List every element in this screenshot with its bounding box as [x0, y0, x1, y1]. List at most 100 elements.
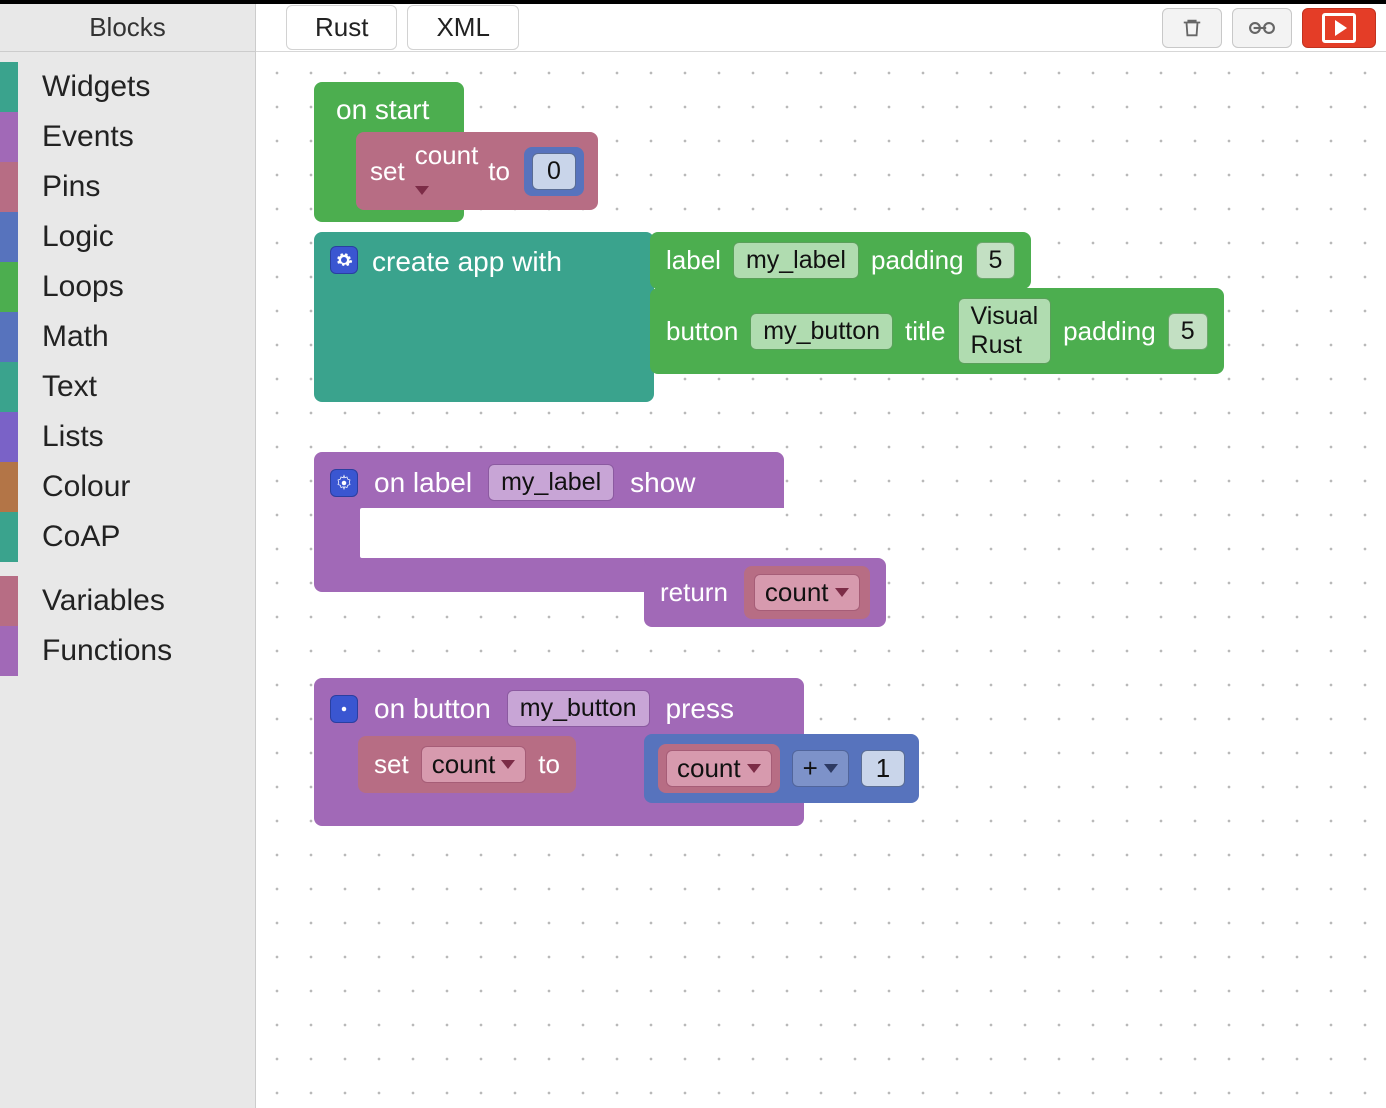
number-block[interactable]: 0	[524, 147, 584, 196]
button-name-field[interactable]: my_button	[507, 690, 650, 727]
number-value: 0	[532, 153, 576, 190]
play-icon	[1335, 20, 1347, 36]
button-title-field[interactable]: Visual Rust	[958, 298, 1052, 364]
category-label: Lists	[42, 420, 104, 454]
gear-icon[interactable]	[330, 246, 358, 274]
gear-icon[interactable]	[330, 695, 358, 723]
tab-rust[interactable]: Rust	[286, 5, 397, 50]
block-on-button-press[interactable]: on button my_button press set count to c…	[314, 678, 804, 826]
chevron-down-icon	[501, 760, 515, 769]
category-widgets[interactable]: Widgets	[0, 62, 255, 112]
label-padding-field[interactable]: 5	[976, 242, 1016, 279]
set-var-block[interactable]: set count to	[358, 736, 576, 793]
return-row[interactable]: return count	[644, 558, 886, 627]
button-name-field[interactable]: my_button	[750, 313, 893, 350]
category-swatch	[0, 362, 18, 412]
category-swatch	[0, 212, 18, 262]
block-on-start[interactable]: on start set count to 0	[314, 82, 464, 222]
category-label: Functions	[42, 634, 172, 668]
category-swatch	[0, 512, 18, 562]
variable-name: count	[765, 577, 829, 608]
category-label: Loops	[42, 270, 124, 304]
topbar-right: Rust XML	[256, 4, 1386, 52]
tab-blocks[interactable]: Blocks	[0, 4, 256, 52]
label-name-field[interactable]: my_label	[733, 242, 859, 279]
on-start-title: on start	[314, 82, 464, 126]
button-padding-field[interactable]: 5	[1168, 313, 1208, 350]
kw-on-label: on label	[374, 467, 472, 499]
kw-label: label	[666, 245, 721, 276]
body-slot[interactable]	[360, 508, 784, 558]
category-coap[interactable]: CoAP	[0, 512, 255, 562]
run-frame	[1322, 13, 1356, 43]
label-widget-block[interactable]: label my_label padding 5	[650, 232, 1031, 289]
category-text[interactable]: Text	[0, 362, 255, 412]
category-events[interactable]: Events	[0, 112, 255, 162]
variable-dropdown[interactable]: count	[421, 746, 527, 783]
category-functions[interactable]: Functions	[0, 626, 255, 676]
category-loops[interactable]: Loops	[0, 262, 255, 312]
chevron-down-icon	[415, 186, 429, 195]
variable-getter-block[interactable]: count	[658, 744, 780, 793]
operator-symbol: +	[803, 753, 818, 784]
label-name-field[interactable]: my_label	[488, 464, 614, 501]
category-label: Logic	[42, 220, 114, 254]
variable-name: count	[415, 140, 479, 170]
on-label-head: on label my_label show	[330, 464, 696, 501]
kw-press: press	[666, 693, 734, 725]
tab-xml[interactable]: XML	[407, 5, 518, 50]
category-swatch	[0, 262, 18, 312]
category-label: Widgets	[42, 70, 150, 104]
run-button[interactable]	[1302, 8, 1376, 48]
trash-icon	[1181, 16, 1203, 40]
category-variables[interactable]: Variables	[0, 576, 255, 626]
category-swatch	[0, 626, 18, 676]
button-widget-block[interactable]: button my_button title Visual Rust paddi…	[650, 288, 1224, 374]
kw-padding: padding	[871, 245, 964, 276]
trash-button[interactable]	[1162, 8, 1222, 48]
block-on-label-show[interactable]: on label my_label show return count	[314, 452, 784, 592]
category-logic[interactable]: Logic	[0, 212, 255, 262]
variable-dropdown[interactable]: count	[666, 750, 772, 787]
category-lists[interactable]: Lists	[0, 412, 255, 462]
link-icon	[1248, 19, 1276, 37]
kw-button: button	[666, 316, 738, 347]
to-keyword: to	[488, 156, 510, 187]
category-swatch	[0, 576, 18, 626]
chevron-down-icon	[824, 764, 838, 773]
category-math[interactable]: Math	[0, 312, 255, 362]
set-var-block[interactable]: set count to 0	[356, 132, 598, 210]
category-label: Pins	[42, 170, 100, 204]
chevron-down-icon	[747, 764, 761, 773]
kw-show: show	[630, 467, 695, 499]
tab-xml-label: XML	[436, 12, 489, 42]
kw-padding: padding	[1063, 316, 1156, 347]
category-label: Events	[42, 120, 134, 154]
link-button[interactable]	[1232, 8, 1292, 48]
category-pins[interactable]: Pins	[0, 162, 255, 212]
kw-return: return	[660, 577, 728, 608]
to-keyword: to	[538, 749, 560, 780]
set-keyword: set	[370, 156, 405, 187]
set-keyword: set	[374, 749, 409, 780]
workspace[interactable]: on start set count to 0 create app with	[256, 52, 1386, 1108]
category-label: Text	[42, 370, 97, 404]
variable-getter-block[interactable]: count	[744, 566, 870, 619]
tab-rust-label: Rust	[315, 12, 368, 42]
category-swatch	[0, 462, 18, 512]
topbar: Blocks Rust XML	[0, 0, 1386, 52]
math-add-block[interactable]: count + 1	[644, 734, 919, 803]
variable-dropdown[interactable]: count	[754, 574, 860, 611]
variable-name: count	[677, 753, 741, 784]
number-field[interactable]: 1	[861, 750, 905, 787]
variable-dropdown[interactable]: count	[415, 140, 479, 202]
variable-name: count	[432, 749, 496, 780]
block-create-app[interactable]: create app with label my_label padding 5…	[314, 232, 654, 402]
tab-blocks-label: Blocks	[89, 12, 166, 43]
operator-dropdown[interactable]: +	[792, 750, 849, 787]
create-app-frame: create app with	[314, 232, 654, 402]
kw-on-button: on button	[374, 693, 491, 725]
category-colour[interactable]: Colour	[0, 462, 255, 512]
kw-title: title	[905, 316, 945, 347]
gear-icon[interactable]	[330, 469, 358, 497]
